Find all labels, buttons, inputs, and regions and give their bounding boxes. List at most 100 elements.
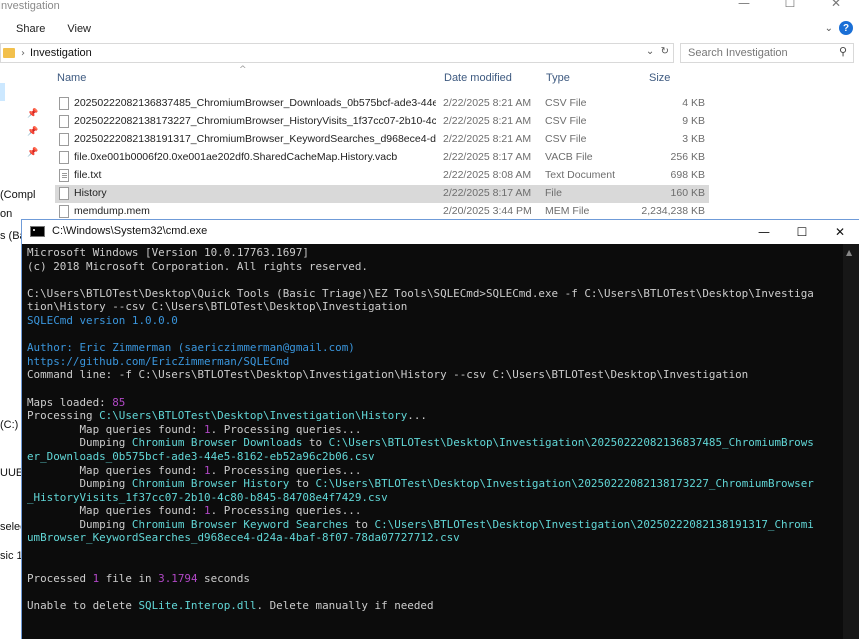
console-text: Map queries found: (27, 463, 205, 477)
console-text: C:\Users\BTLOTest\Desktop\Investigation\… (328, 436, 814, 450)
console-line: er_Downloads_0b575bcf-ade3-44e5-8162-eb5… (27, 450, 842, 464)
console-text: Maps loaded: (27, 395, 113, 409)
file-size: 160 KB (670, 187, 705, 199)
console-text: ... (407, 409, 427, 423)
console-text: tion\History --csv C:\Users\BTLOTest\Des… (27, 300, 408, 314)
file-row[interactable]: History 2/22/2025 8:17 AM File 160 KB (55, 185, 709, 203)
breadcrumb[interactable]: Investigation (30, 47, 92, 59)
console-line: Maps loaded: 85 (27, 396, 842, 410)
address-bar[interactable]: › Investigation ⌄ ↻ (0, 43, 674, 63)
maximize-button[interactable]: ☐ (767, 0, 813, 14)
console-text: . Delete manually if needed (256, 599, 434, 613)
file-name: file.txt (74, 169, 102, 181)
column-header-date[interactable]: Date modified (444, 72, 512, 84)
console-line: Map queries found: 1. Processing queries… (27, 464, 842, 478)
minimize-button[interactable]: — (745, 220, 783, 244)
file-row[interactable]: 20250222082136837485_ChromiumBrowser_Dow… (55, 95, 709, 113)
console-text: Command line: -f C:\Users\BTLOTest\Deskt… (27, 368, 749, 382)
help-icon[interactable]: ? (839, 21, 853, 35)
console-text: umBrowser_KeywordSearches_d968ece4-d24a-… (27, 531, 460, 545)
file-size: 4 KB (682, 97, 705, 109)
explorer-ribbon: Share View ⌄ ? (0, 17, 859, 41)
file-date-modified: 2/22/2025 8:21 AM (443, 115, 532, 127)
column-header-size[interactable]: Size (649, 72, 670, 84)
console-text: Chromium Browser Downloads (131, 436, 303, 450)
console-text: C:\Users\BTLOTest\Desktop\Quick Tools (B… (27, 286, 814, 300)
console-line: tion\History --csv C:\Users\BTLOTest\Des… (27, 300, 842, 314)
address-dropdown-refresh-icons[interactable]: ⌄ ↻ (646, 46, 669, 57)
file-size: 3 KB (682, 133, 705, 145)
file-row[interactable]: file.txt 2/22/2025 8:08 AM Text Document 69… (55, 167, 709, 185)
explorer-window-controls: — ☐ ✕ (721, 0, 859, 14)
folder-icon (3, 48, 15, 58)
close-button[interactable]: ✕ (821, 220, 859, 244)
console-line: https://github.com/EricZimmerman/SQLECmd (27, 355, 842, 369)
console-text: Dumping (27, 436, 132, 450)
console-line: Processed 1 file in 3.1794 seconds (27, 572, 842, 586)
console-text: to (302, 436, 329, 450)
console-text: 85 (112, 395, 126, 409)
console-line: umBrowser_KeywordSearches_d968ece4-d24a-… (27, 531, 842, 545)
console-text: file in (99, 572, 159, 586)
console-line: Unable to delete SQLite.Interop.dll. Del… (27, 599, 842, 613)
file-date-modified: 2/22/2025 8:21 AM (443, 97, 532, 109)
file-icon (59, 133, 69, 146)
console-text: . Processing queries... (210, 504, 362, 518)
pin-icon[interactable]: 📌 (27, 109, 38, 119)
console-text: to (348, 517, 375, 531)
scrollbar-thumb[interactable] (847, 262, 855, 562)
column-header-name[interactable]: Name (57, 72, 86, 84)
console-text: Map queries found: (27, 422, 205, 436)
console-output[interactable]: Microsoft Windows [Version 10.0.17763.16… (27, 246, 842, 639)
console-text: Dumping (27, 477, 132, 491)
console-text: . Processing queries... (210, 463, 362, 477)
ribbon-controls: ⌄ ? (825, 21, 853, 35)
nav-item[interactable]: (Compl (0, 189, 35, 201)
cmd-window-controls: — ☐ ✕ (745, 220, 859, 244)
column-header-type[interactable]: Type (546, 72, 570, 84)
file-date-modified: 2/22/2025 8:08 AM (443, 169, 532, 181)
console-line: SQLECmd version 1.0.0.0 (27, 314, 842, 328)
cmd-window: C:\Windows\System32\cmd.exe — ☐ ✕ Micros… (21, 219, 859, 639)
nav-selection-highlight (0, 83, 5, 101)
console-text: Microsoft Windows [Version 10.0.17763.16… (27, 246, 309, 259)
minimize-button[interactable]: — (721, 0, 767, 14)
console-text: Processed (27, 572, 93, 586)
nav-item[interactable]: (C:) (0, 419, 18, 431)
ribbon-tab-view[interactable]: View (67, 23, 91, 35)
search-input[interactable]: Search Investigation ⚲ (680, 43, 854, 63)
close-button[interactable]: ✕ (813, 0, 859, 14)
search-icon[interactable]: ⚲ (839, 45, 847, 58)
chevron-right-icon[interactable]: › (21, 48, 25, 59)
text-file-icon (59, 169, 69, 182)
console-line: Microsoft Windows [Version 10.0.17763.16… (27, 246, 842, 260)
file-name: 20250222082138173227_ChromiumBrowser_His… (74, 115, 436, 127)
file-date-modified: 2/22/2025 8:17 AM (443, 187, 532, 199)
console-text: SQLite.Interop.dll (138, 599, 257, 613)
maximize-button[interactable]: ☐ (783, 220, 821, 244)
file-row[interactable]: 20250222082138173227_ChromiumBrowser_His… (55, 113, 709, 131)
console-text: (c) 2018 Microsoft Corporation. All righ… (27, 259, 368, 273)
scroll-up-arrow-icon[interactable]: ▲ (846, 248, 852, 257)
console-text: seconds (197, 572, 250, 586)
nav-item[interactable]: sic 1 (0, 550, 23, 562)
scrollbar[interactable]: ▲ (843, 244, 859, 639)
console-line: Map queries found: 1. Processing queries… (27, 504, 842, 518)
nav-item[interactable]: on (0, 208, 12, 220)
pin-icon[interactable]: 📌 (27, 127, 38, 137)
file-row[interactable]: 20250222082138191317_ChromiumBrowser_Key… (55, 131, 709, 149)
pin-icon[interactable]: 📌 (27, 148, 38, 158)
cmd-window-title: C:\Windows\System32\cmd.exe (52, 225, 208, 237)
explorer-titlebar: Investigation — ☐ ✕ (0, 0, 859, 16)
expand-ribbon-icon[interactable]: ⌄ (825, 23, 833, 34)
console-text: . Processing queries... (210, 422, 362, 436)
console-text: er_Downloads_0b575bcf-ade3-44e5-8162-eb5… (27, 449, 375, 463)
ribbon-tab-share[interactable]: Share (16, 23, 45, 35)
sort-ascending-icon: ^ (239, 65, 247, 75)
file-row[interactable]: file.0xe001b0006f20.0xe001ae202df0.Share… (55, 149, 709, 167)
